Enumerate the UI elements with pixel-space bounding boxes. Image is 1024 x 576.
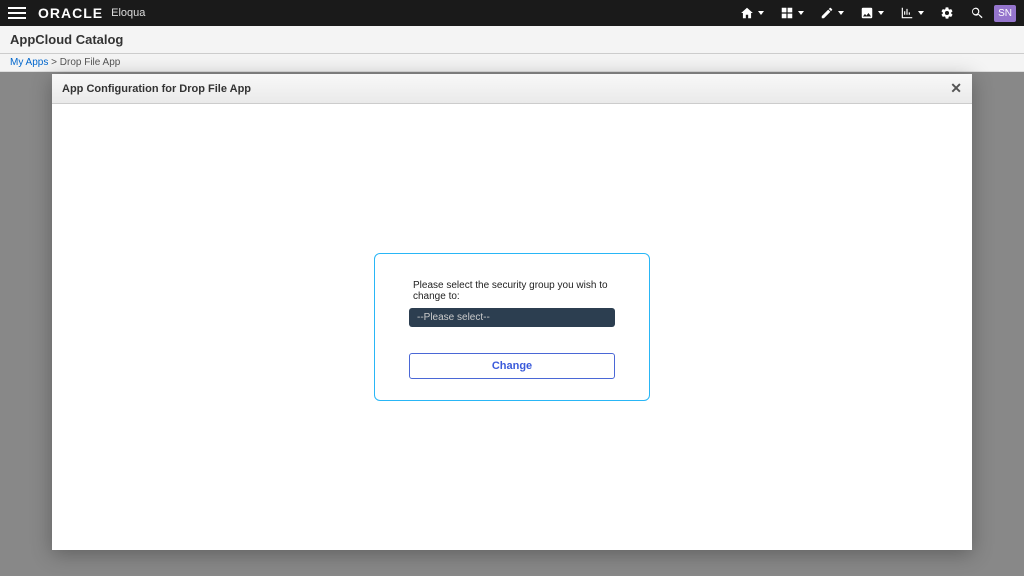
brand-logo: ORACLE (38, 5, 103, 21)
modal-body: Please select the security group you wis… (52, 104, 972, 550)
settings-button[interactable] (934, 6, 960, 20)
menu-toggle-icon[interactable] (8, 7, 26, 19)
modal-backdrop: App Configuration for Drop File App ✕ Pl… (0, 72, 1024, 576)
image-menu[interactable] (854, 6, 890, 20)
analytics-menu[interactable] (894, 6, 930, 20)
top-navbar: ORACLE Eloqua SN (0, 0, 1024, 26)
close-icon[interactable]: ✕ (950, 80, 962, 97)
modal-header: App Configuration for Drop File App ✕ (52, 74, 972, 104)
breadcrumb: My Apps > Drop File App (0, 54, 1024, 72)
page-title: AppCloud Catalog (0, 26, 1024, 54)
chart-icon (900, 6, 914, 20)
product-name: Eloqua (111, 7, 145, 19)
search-button[interactable] (964, 6, 990, 20)
pencil-icon (820, 6, 834, 20)
security-group-select[interactable]: --Please select-- (409, 308, 615, 327)
search-icon (970, 6, 984, 20)
home-menu[interactable] (734, 6, 770, 20)
security-group-label: Please select the security group you wis… (395, 280, 629, 302)
gear-icon (940, 6, 954, 20)
grid-icon (780, 6, 794, 20)
security-group-form: Please select the security group you wis… (374, 253, 650, 401)
breadcrumb-separator: > (51, 57, 57, 68)
topnav-actions: SN (734, 5, 1016, 22)
change-button[interactable]: Change (409, 353, 615, 379)
edit-menu[interactable] (814, 6, 850, 20)
breadcrumb-current: Drop File App (60, 57, 121, 68)
home-icon (740, 6, 754, 20)
dashboard-menu[interactable] (774, 6, 810, 20)
image-icon (860, 6, 874, 20)
breadcrumb-link-myapps[interactable]: My Apps (10, 57, 48, 68)
user-avatar[interactable]: SN (994, 5, 1016, 22)
modal-title: App Configuration for Drop File App (62, 83, 251, 95)
config-modal: App Configuration for Drop File App ✕ Pl… (52, 74, 972, 550)
